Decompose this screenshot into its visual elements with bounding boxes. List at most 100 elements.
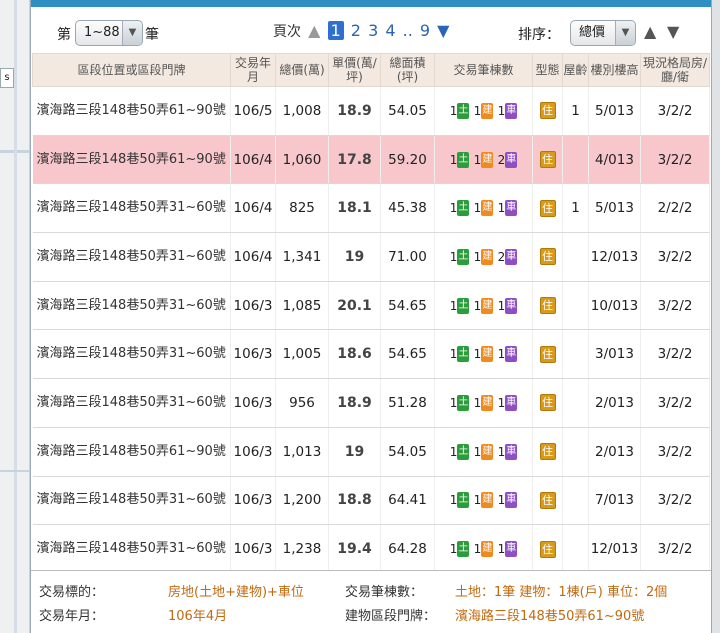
col-header-floor[interactable]: 樓別樓高 xyxy=(588,53,641,87)
cell-date: 106/5 xyxy=(230,86,276,136)
cell-area: 54.65 xyxy=(380,329,435,380)
detail-count-value: 土地：1筆 建物：1棟(戶) 車位：2個 xyxy=(455,585,668,600)
building-badge: 建 xyxy=(481,443,494,460)
cell-address: 濱海路三段148巷50弄61~90號 xyxy=(32,427,231,477)
car-count: 1 xyxy=(497,298,506,313)
next-page-icon[interactable]: ▼ xyxy=(437,21,449,40)
col-header-address[interactable]: 區段位置或區段門牌 xyxy=(32,53,231,87)
map-road xyxy=(0,470,29,472)
map-area[interactable]: s xyxy=(0,0,30,633)
cell-date: 106/3 xyxy=(230,378,276,428)
cell-count: 1土 1建 1車 xyxy=(434,427,533,477)
table-row[interactable]: 濱海路三段148巷50弄31~60號 106/3 1,085 20.1 54.65 1土 … xyxy=(32,281,710,331)
cell-layout: 3/2/2 xyxy=(640,524,710,574)
cell-floor: 12/013 xyxy=(588,524,641,574)
cell-unit-price: 18.8 xyxy=(328,476,381,526)
car-badge: 車 xyxy=(505,200,518,217)
cell-type: 住 xyxy=(532,135,563,185)
table-header-row: 區段位置或區段門牌 交易年月 總價(萬) 單價(萬/坪) 總面積(坪) 交易筆棟… xyxy=(32,53,710,87)
cell-age xyxy=(562,281,589,331)
sort-descending-icon[interactable]: ▼ xyxy=(667,22,679,41)
cell-date: 106/4 xyxy=(230,183,276,234)
land-count: 1 xyxy=(449,152,458,167)
page-link[interactable]: 4 xyxy=(385,21,395,40)
residential-badge: 住 xyxy=(539,151,556,169)
cell-area: 54.05 xyxy=(380,86,435,136)
cell-layout: 3/2/2 xyxy=(640,86,710,136)
table-row[interactable]: 濱海路三段148巷50弄31~60號 106/4 1,341 19 71.00 1土 1建… xyxy=(32,232,710,282)
col-header-type[interactable]: 型態 xyxy=(532,53,563,87)
chevron-down-icon: ▼ xyxy=(122,21,142,45)
car-count: 1 xyxy=(497,444,506,459)
cell-floor: 10/013 xyxy=(588,281,641,331)
cell-count: 1土 1建 1車 xyxy=(434,524,533,574)
cell-age: 1 xyxy=(562,183,589,234)
detail-date-value: 106年4月 xyxy=(168,609,228,624)
results-panel: 第 1~88 ▼ 筆 頁次 ▲ 1 2 3 4 .. 9 ▼ 排序： 總價 ▼ … xyxy=(30,0,712,633)
cell-type: 住 xyxy=(532,524,563,574)
cell-area: 71.00 xyxy=(380,232,435,282)
cell-count: 1土 1建 1車 xyxy=(434,86,533,136)
col-header-area[interactable]: 總面積(坪) xyxy=(380,53,435,87)
cell-layout: 3/2/2 xyxy=(640,135,710,185)
cell-address: 濱海路三段148巷50弄31~60號 xyxy=(32,524,231,574)
col-header-date[interactable]: 交易年月 xyxy=(230,53,276,87)
cell-age xyxy=(562,329,589,380)
page-link[interactable]: 2 xyxy=(351,21,361,40)
cell-count: 1土 1建 1車 xyxy=(434,183,533,234)
sort-label: 排序： xyxy=(518,27,560,43)
sort-ascending-icon[interactable]: ▲ xyxy=(644,22,656,41)
cell-layout: 3/2/2 xyxy=(640,329,710,380)
table-row[interactable]: 濱海路三段148巷50弄61~90號 106/4 1,060 17.8 59.20 1土 … xyxy=(32,135,710,185)
table-row[interactable]: 濱海路三段148巷50弄31~60號 106/4 825 18.1 45.38 1土 1建… xyxy=(32,183,710,234)
page-link[interactable]: 9 xyxy=(420,21,430,40)
map-zoom-button[interactable]: s xyxy=(0,68,14,88)
col-header-layout[interactable]: 現況格局房/廳/衛 xyxy=(640,53,710,87)
cell-area: 64.28 xyxy=(380,524,435,574)
cell-total: 825 xyxy=(275,183,329,234)
cell-address: 濱海路三段148巷50弄31~60號 xyxy=(32,183,231,234)
cell-address: 濱海路三段148巷50弄31~60號 xyxy=(32,476,231,526)
cell-total: 1,008 xyxy=(275,86,329,136)
table-row[interactable]: 濱海路三段148巷50弄61~90號 106/3 1,013 19 54.05 1土 1建… xyxy=(32,427,710,477)
col-header-count[interactable]: 交易筆棟數 xyxy=(434,53,533,87)
table-row[interactable]: 濱海路三段148巷50弄31~60號 106/3 956 18.9 51.28 1土 1建… xyxy=(32,378,710,428)
land-badge: 土 xyxy=(457,541,470,558)
per-page-select[interactable]: 1~88 ▼ xyxy=(75,20,143,46)
residential-badge: 住 xyxy=(539,540,556,558)
building-badge: 建 xyxy=(481,541,494,558)
col-header-unit[interactable]: 單價(萬/坪) xyxy=(328,53,381,87)
page-link[interactable]: 3 xyxy=(368,21,378,40)
col-header-age[interactable]: 屋齡 xyxy=(562,53,589,87)
transactions-table: 區段位置或區段門牌 交易年月 總價(萬) 單價(萬/坪) 總面積(坪) 交易筆棟… xyxy=(32,53,710,574)
cell-area: 59.20 xyxy=(380,135,435,185)
table-row[interactable]: 濱海路三段148巷50弄31~60號 106/3 1,200 18.8 64.41 1土 … xyxy=(32,476,710,526)
col-header-total[interactable]: 總價(萬) xyxy=(275,53,329,87)
table-row[interactable]: 濱海路三段148巷50弄31~60號 106/3 1,005 18.6 54.65 1土 … xyxy=(32,329,710,380)
cell-type: 住 xyxy=(532,232,563,282)
land-count: 1 xyxy=(449,249,458,264)
building-count: 1 xyxy=(473,347,482,362)
cell-layout: 3/2/2 xyxy=(640,427,710,477)
building-count: 1 xyxy=(473,395,482,410)
building-count: 1 xyxy=(473,298,482,313)
car-count: 1 xyxy=(497,493,506,508)
table-row[interactable]: 濱海路三段148巷50弄31~60號 106/3 1,238 19.4 64.28 1土 … xyxy=(32,524,710,574)
page-link-current[interactable]: 1 xyxy=(327,21,344,40)
cell-unit-price: 18.9 xyxy=(328,378,381,428)
cell-type: 住 xyxy=(532,86,563,136)
land-badge: 土 xyxy=(457,443,470,460)
cell-type: 住 xyxy=(532,329,563,380)
building-count: 1 xyxy=(473,493,482,508)
table-row[interactable]: 濱海路三段148巷50弄61~90號 106/5 1,008 18.9 54.05 1土 … xyxy=(32,86,710,136)
cell-type: 住 xyxy=(532,281,563,331)
sort-select[interactable]: 總價 ▼ xyxy=(570,20,636,46)
residential-badge: 住 xyxy=(539,199,556,217)
cell-layout: 2/2/2 xyxy=(640,183,710,234)
cell-floor: 5/013 xyxy=(588,183,641,234)
prev-page-icon[interactable]: ▲ xyxy=(308,21,320,40)
cell-layout: 3/2/2 xyxy=(640,476,710,526)
cell-type: 住 xyxy=(532,476,563,526)
residential-badge: 住 xyxy=(539,248,556,266)
cell-date: 106/4 xyxy=(230,135,276,185)
